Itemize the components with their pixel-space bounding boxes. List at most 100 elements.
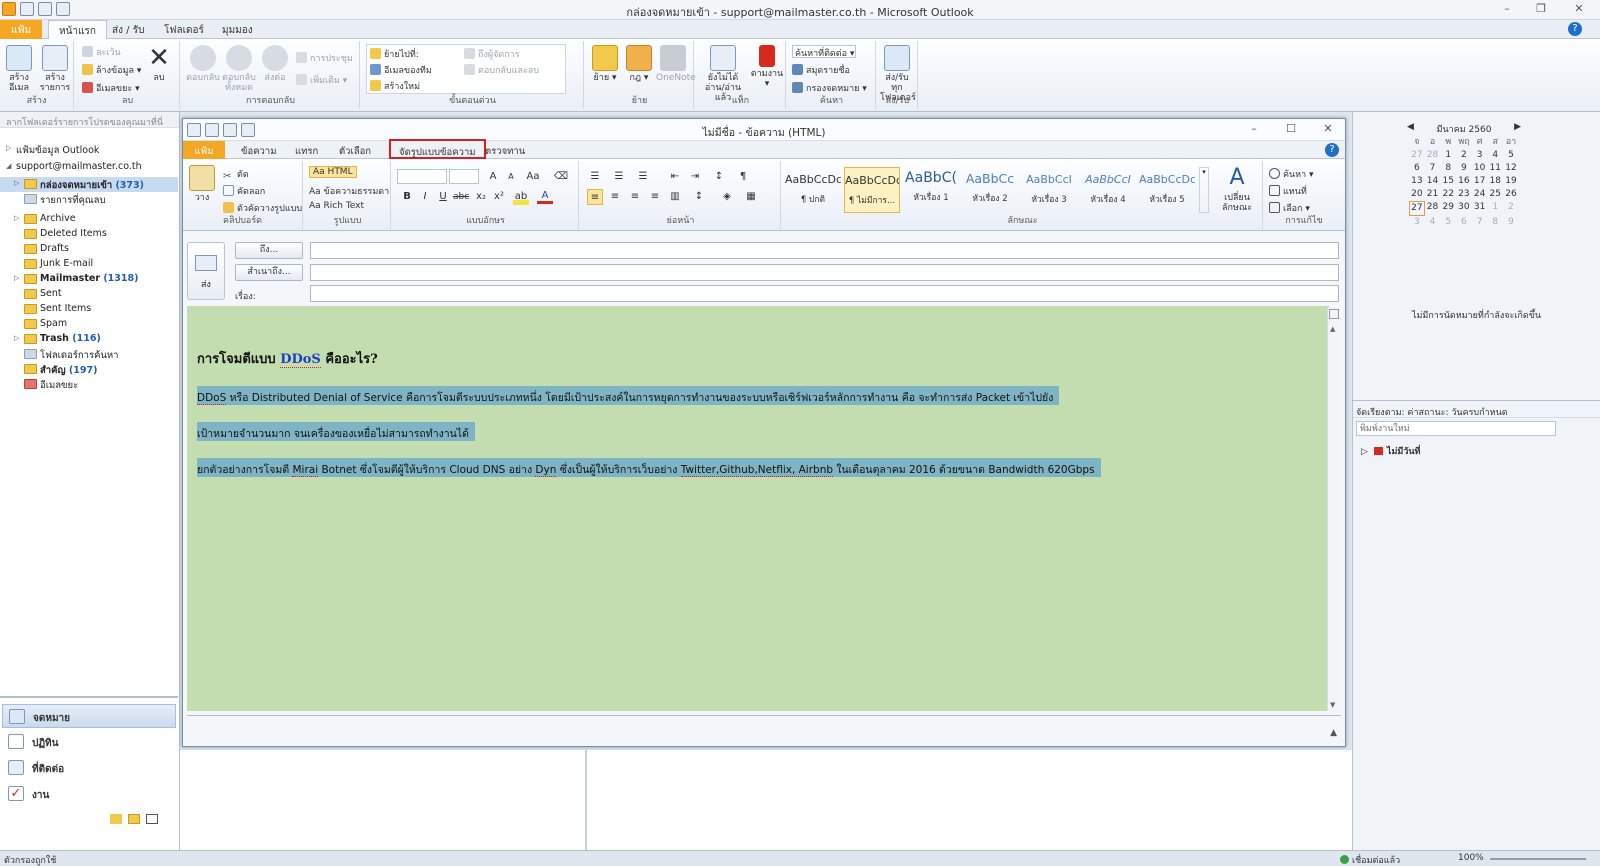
- new-email-button[interactable]: สร้างอีเมล: [2, 45, 36, 93]
- style-heading-3[interactable]: AaBbCcI หัวเรื่อง 3: [1021, 167, 1077, 213]
- nav-mail-button[interactable]: จดหมาย: [2, 704, 176, 728]
- sort-icon[interactable]: ↕: [711, 169, 727, 185]
- subscript-icon[interactable]: x₂: [473, 189, 489, 205]
- scroll-up-icon[interactable]: ▲: [1330, 325, 1335, 333]
- calendar-day[interactable]: 23: [1456, 188, 1472, 201]
- folder-mailmaster[interactable]: ▷ Mailmaster (1318): [0, 272, 178, 287]
- style-normal[interactable]: AaBbCcDc ¶ ปกติ: [785, 167, 841, 213]
- calendar-day[interactable]: 11: [1487, 162, 1503, 175]
- compose-tab-options[interactable]: ตัวเลือก: [331, 141, 379, 159]
- calendar-day[interactable]: 12: [1503, 162, 1519, 175]
- calendar-day[interactable]: 3: [1472, 149, 1488, 162]
- calendar-day[interactable]: 14: [1425, 175, 1441, 188]
- decrease-indent-icon[interactable]: ⇤: [667, 169, 683, 185]
- font-size-select[interactable]: [449, 169, 479, 184]
- underline-icon[interactable]: U: [435, 189, 451, 205]
- calendar-day[interactable]: 5: [1440, 216, 1456, 229]
- tab-file[interactable]: แฟ้ม: [0, 20, 42, 39]
- calendar-day[interactable]: 13: [1409, 175, 1425, 188]
- meeting-button[interactable]: การประชุม: [296, 51, 353, 65]
- shading-icon[interactable]: ◈: [719, 189, 735, 205]
- calendar-day[interactable]: 22: [1440, 188, 1456, 201]
- styles-scroll-icon[interactable]: ▾: [1199, 167, 1209, 213]
- calendar-day[interactable]: 7: [1425, 162, 1441, 175]
- new-task-input[interactable]: [1356, 421, 1556, 436]
- find-contact-box[interactable]: ค้นหาที่ติดต่อ ▾: [792, 45, 856, 59]
- calendar-day[interactable]: 28: [1425, 149, 1441, 162]
- format-plain-button[interactable]: Aa ข้อความธรรมดา: [309, 184, 389, 198]
- qs-team-email[interactable]: อีเมลของทีม: [370, 63, 432, 77]
- calendar-day[interactable]: 28: [1425, 201, 1441, 216]
- calendar-day[interactable]: 31: [1472, 201, 1488, 216]
- compose-tab-format-text[interactable]: จัดรูปแบบข้อความ: [389, 139, 486, 159]
- calendar-day[interactable]: 8: [1440, 162, 1456, 175]
- folder-junk-th[interactable]: อีเมลขยะ: [0, 377, 178, 392]
- folder-search-folders[interactable]: โฟลเดอร์การค้นหา: [0, 347, 178, 362]
- new-items-button[interactable]: สร้างรายการ: [38, 45, 72, 93]
- calendar-day[interactable]: 2: [1456, 149, 1472, 162]
- calendar-day[interactable]: 10: [1472, 162, 1488, 175]
- paste-button[interactable]: วาง: [185, 165, 219, 203]
- message-body[interactable]: การโจมตีแบบ DDoS คืออะไร? DDoS หรือ Dist…: [187, 306, 1329, 711]
- calendar-day[interactable]: 20: [1409, 188, 1425, 201]
- expand-people-pane-icon[interactable]: ▲: [1330, 728, 1337, 738]
- show-marks-icon[interactable]: ¶: [735, 169, 751, 185]
- to-field[interactable]: [310, 242, 1339, 259]
- calendar-grid[interactable]: จอพพฤศสอา 27 28 1 2 3 4 5 6 7 8 9 10 11 12 13 14 15 16 17 18…: [1409, 136, 1519, 229]
- borders-icon[interactable]: ▦: [743, 189, 759, 205]
- folder-inbox[interactable]: ▷ กล่องจดหมายเข้า (373): [0, 177, 178, 192]
- calendar-day[interactable]: 16: [1456, 175, 1472, 188]
- clear-format-icon[interactable]: ⌫: [553, 169, 569, 185]
- address-book-button[interactable]: สมุดรายชื่อ: [792, 63, 850, 77]
- body-scrollbar[interactable]: ▲ ▼: [1327, 307, 1341, 711]
- replace-button[interactable]: แทนที่: [1269, 184, 1307, 198]
- calendar-day[interactable]: 5: [1503, 149, 1519, 162]
- forward-button[interactable]: ส่งต่อ: [258, 45, 292, 83]
- restore-icon[interactable]: ❐: [1530, 2, 1552, 18]
- multilevel-list-icon[interactable]: ☰: [635, 169, 651, 185]
- calendar-day[interactable]: 4: [1425, 216, 1441, 229]
- compose-tab-review[interactable]: ตรวจทาน: [477, 141, 533, 159]
- calendar-day[interactable]: 30: [1456, 201, 1472, 216]
- align-right-icon[interactable]: ≡: [627, 189, 643, 205]
- cc-button[interactable]: สำเนาถึง...: [235, 264, 303, 281]
- grow-font-icon[interactable]: A: [485, 169, 501, 185]
- format-rich-button[interactable]: Aa Rich Text: [309, 201, 364, 211]
- folder-deleted-items[interactable]: Deleted Items: [0, 227, 178, 242]
- calendar-day[interactable]: 1: [1487, 201, 1503, 216]
- subject-field[interactable]: [310, 285, 1339, 302]
- compose-minimize-icon[interactable]: –: [1243, 122, 1265, 138]
- notes-icon[interactable]: [110, 814, 122, 824]
- calendar-day[interactable]: 21: [1425, 188, 1441, 201]
- zoom-slider[interactable]: [1490, 858, 1586, 860]
- folder-list-icon[interactable]: [128, 814, 140, 824]
- calendar-day[interactable]: 19: [1503, 175, 1519, 188]
- compose-tab-insert[interactable]: แทรก: [287, 141, 326, 159]
- columns-icon[interactable]: ▥: [667, 189, 683, 205]
- folder-sent-items[interactable]: Sent Items: [0, 302, 178, 317]
- highlight-icon[interactable]: ab: [513, 189, 529, 205]
- format-html-button[interactable]: Aa HTML: [309, 166, 357, 178]
- calendar-day[interactable]: 26: [1503, 188, 1519, 201]
- style-no-spacing[interactable]: AaBbCcDc ¶ ไม่มีการ...: [844, 167, 900, 213]
- change-styles-button[interactable]: A เปลี่ยนลักษณะ: [1215, 165, 1259, 213]
- qs-reply-delete[interactable]: ตอบกลับและลบ: [464, 63, 539, 77]
- find-button[interactable]: ค้นหา ▾: [1269, 167, 1314, 181]
- calendar-day[interactable]: 8: [1487, 216, 1503, 229]
- nav-calendar-button[interactable]: ปฏิทิน: [2, 730, 176, 754]
- task-group-no-date[interactable]: ▷ ไม่มีวันที่: [1361, 444, 1420, 458]
- calendar-day[interactable]: 27: [1409, 149, 1425, 162]
- compose-tab-message[interactable]: ข้อความ: [233, 141, 285, 159]
- style-heading-4[interactable]: AaBbCcI หัวเรื่อง 4: [1080, 167, 1136, 213]
- ruler-toggle-icon[interactable]: [1329, 309, 1339, 319]
- strikethrough-icon[interactable]: abc: [453, 189, 469, 205]
- font-color-icon[interactable]: A: [537, 189, 553, 204]
- minimize-icon[interactable]: –: [1496, 2, 1518, 18]
- folder-archive[interactable]: ▷ Archive: [0, 212, 178, 227]
- cleanup-button[interactable]: ล้างข้อมูล ▾: [82, 63, 141, 77]
- style-heading-5[interactable]: AaBbCcDc หัวเรื่อง 5: [1139, 167, 1195, 213]
- compose-maximize-icon[interactable]: ☐: [1280, 122, 1302, 138]
- shrink-font-icon[interactable]: A: [503, 169, 519, 185]
- calendar-day[interactable]: 24: [1472, 188, 1488, 201]
- qs-create-new[interactable]: สร้างใหม่: [370, 79, 420, 93]
